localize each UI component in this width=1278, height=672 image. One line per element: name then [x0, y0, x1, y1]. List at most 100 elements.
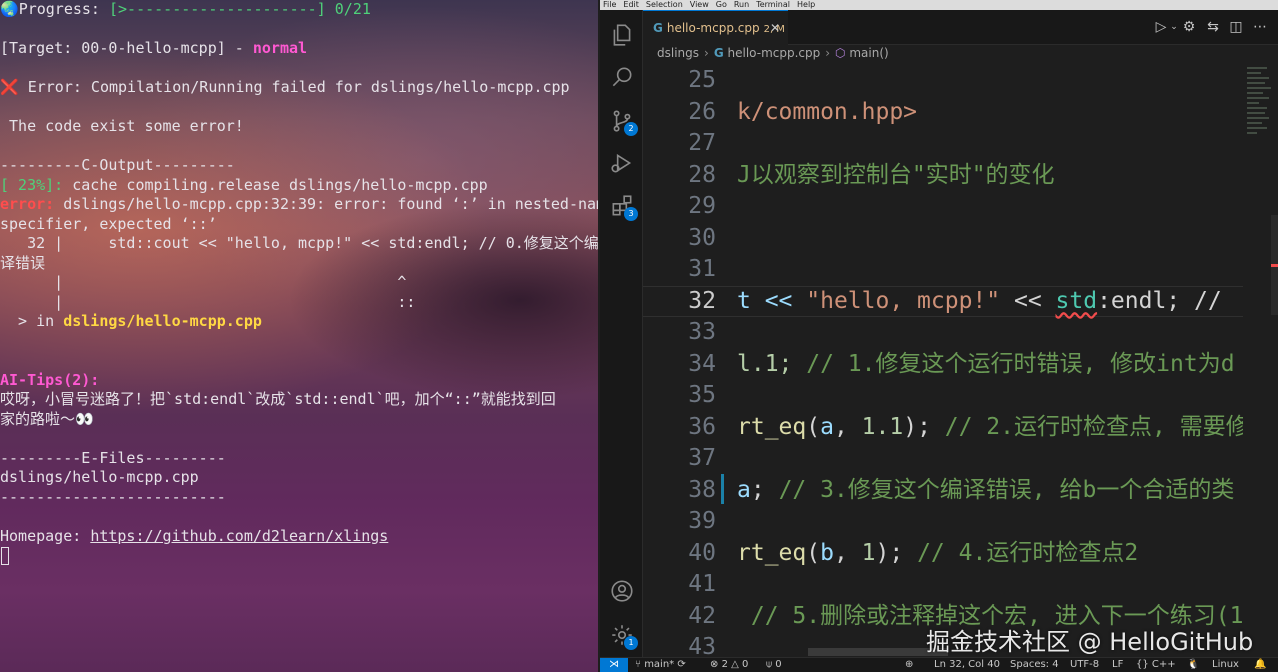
tab-label: hello-mcpp.cpp [666, 21, 760, 35]
menu-help[interactable]: Help [797, 0, 815, 9]
target-mode: normal [252, 39, 308, 57]
ai-tips-label: AI-Tips(2): [0, 370, 100, 389]
more-actions-icon[interactable]: ⋯ [1251, 18, 1269, 36]
target-line: [Target: 00-0-hello-mcpp] - normal [0, 39, 308, 57]
manage-gear-icon[interactable]: 1 [609, 622, 638, 650]
line-number: 36 [688, 413, 716, 440]
branch-status[interactable]: ⑂ main* ⟳ [635, 658, 686, 672]
menu-file[interactable]: File [603, 0, 616, 9]
zoom-icon[interactable]: ⊕ [905, 658, 913, 672]
problems-status[interactable]: ⊗ 2 △ 0 [710, 658, 748, 672]
menu-bar: File Edit Selection View Go Run Terminal Help [600, 0, 1278, 10]
indentation[interactable]: Spaces: 4 [1010, 658, 1059, 672]
vscode-window: File Edit Selection View Go Run Terminal Help 2… [600, 0, 1278, 672]
cpp-file-icon: G [713, 46, 724, 60]
close-icon[interactable]: ✕ [770, 11, 780, 45]
line-number: 30 [688, 224, 716, 251]
line-number: 39 [688, 508, 716, 534]
ports-status[interactable]: ⍦ 0 [766, 658, 782, 672]
explorer-icon[interactable] [609, 22, 635, 48]
run-debug-icon[interactable] [609, 150, 635, 176]
extensions-icon[interactable]: 3 [609, 193, 638, 221]
divider: ------------------------- [0, 487, 226, 506]
code-editor[interactable]: 25 26 k/common.hpp> 27 28 J以观察到控制台"实时"的变化 … [643, 65, 1243, 657]
warning-icon: △ [727, 659, 742, 670]
line-number: 27 [688, 130, 716, 156]
error-icon: ⊗ [710, 659, 722, 670]
split-editor-icon[interactable]: ◫ [1227, 18, 1245, 36]
remote-icon[interactable]: ⋊ [600, 658, 628, 672]
line-number: 41 [688, 571, 716, 597]
error-marker [1271, 264, 1278, 267]
homepage-line: Homepage: https://github.com/d2learn/xli… [0, 526, 389, 545]
globe-icon: 🌏 [0, 0, 19, 18]
code-line: 26 k/common.hpp> [643, 97, 1243, 129]
breadcrumb-file[interactable]: hello-mcpp.cpp [728, 46, 821, 60]
cross-mark-icon: ❌ [0, 78, 19, 96]
menu-go[interactable]: Go [716, 0, 727, 9]
error-squiggle: std [1055, 287, 1098, 314]
account-icon[interactable] [609, 578, 635, 604]
line-number: 31 [688, 256, 716, 282]
status-bar: ⋊ ⑂ main* ⟳ ⊗ 2 △ 0 ⍦ 0 ⊕ Ln 32, Col 40 … [600, 657, 1278, 672]
cursor-position[interactable]: Ln 32, Col 40 [934, 658, 1000, 672]
line-number: 37 [688, 445, 716, 471]
source-control-icon[interactable]: 2 [609, 108, 638, 136]
tab-hello-mcpp[interactable]: Ghello-mcpp.cpp 2, M ✕ [643, 10, 788, 45]
compare-icon[interactable]: ⇆ [1204, 18, 1222, 36]
menu-edit[interactable]: Edit [623, 0, 639, 9]
code-line: 30 [643, 223, 1243, 255]
menu-view[interactable]: View [690, 0, 709, 9]
tab-bar: Ghello-mcpp.cpp 2, M ✕ ▷ ⌄ ⚙ ⇆ ◫ ⋯ [643, 10, 1278, 45]
line-number: 35 [688, 382, 716, 408]
menu-selection[interactable]: Selection [646, 0, 683, 9]
source-line-wrap: 译错误 [0, 253, 46, 272]
code-line: 33 [643, 317, 1243, 349]
code-line: 37 [643, 443, 1243, 475]
compiler-error-line-2: specifier, expected ‘::’ [0, 214, 217, 233]
c-output-header: ---------C-Output--------- [0, 156, 235, 174]
line-number: 26 [688, 98, 716, 125]
code-line: 40 rt_eq(b, 1); // 4.运行时检查点2 [643, 538, 1243, 570]
error-line: ❌ Error: Compilation/Running failed for … [0, 78, 570, 96]
progress-bar: [>---------------------] 0/21 [109, 0, 371, 18]
compiler-error-line: error: dslings/hello-mcpp.cpp:32:39: err… [0, 195, 598, 213]
progress-line: 🌏Progress: [>---------------------] 0/21 [0, 0, 371, 18]
git-branch-icon: ⑂ [635, 659, 645, 670]
source-line: 32 | std::cout << "hello, mcpp!" << std:… [0, 234, 598, 252]
line-number: 34 [688, 350, 716, 377]
search-icon[interactable] [609, 64, 635, 90]
code-line: 34 l.1; // 1.修复这个运行时错误, 修改int为d [643, 349, 1243, 381]
encoding[interactable]: UTF-8 [1070, 658, 1099, 672]
line-number: 38 [688, 476, 716, 503]
caret-line: | ^ [0, 273, 407, 291]
breadcrumb-symbol[interactable]: main() [849, 46, 888, 60]
line-number: 25 [688, 67, 716, 93]
bell-icon[interactable]: 🔔 [1254, 658, 1266, 672]
code-line: 29 [643, 191, 1243, 223]
antenna-icon: ⍦ [766, 659, 776, 670]
minimap[interactable] [1243, 65, 1278, 657]
language-mode[interactable]: {} C++ [1136, 658, 1176, 672]
activity-bar: 2 3 1 [600, 10, 643, 657]
fixit-line: | :: [0, 292, 416, 311]
code-line: 38 a; // 3.修复这个编译错误, 给b一个合适的类 [643, 475, 1243, 507]
braces-icon: {} [1136, 659, 1152, 670]
menu-terminal[interactable]: Terminal [756, 0, 790, 9]
settings-gear-icon[interactable]: ⚙ [1180, 18, 1198, 36]
ai-tip-line-2: 家的路啦～👀 [0, 409, 94, 428]
cube-icon: ⬡ [835, 46, 846, 60]
breadcrumb-folder[interactable]: dslings [657, 46, 699, 60]
line-number: 42 [688, 602, 716, 629]
sync-icon: ⟳ [674, 659, 686, 670]
code-line: 39 [643, 506, 1243, 538]
code-line: 27 [643, 128, 1243, 160]
code-line: 31 [643, 254, 1243, 286]
line-ending[interactable]: LF [1112, 658, 1123, 672]
breadcrumb: dslings › G hello-mcpp.cpp › ⬡ main() [657, 46, 889, 60]
homepage-link[interactable]: https://github.com/d2learn/xlings [90, 527, 388, 545]
terminal-panel[interactable]: 🌏Progress: [>---------------------] 0/21… [0, 0, 598, 672]
code-line: 41 [643, 569, 1243, 601]
line-number: 32 [688, 287, 716, 314]
menu-run[interactable]: Run [734, 0, 749, 9]
